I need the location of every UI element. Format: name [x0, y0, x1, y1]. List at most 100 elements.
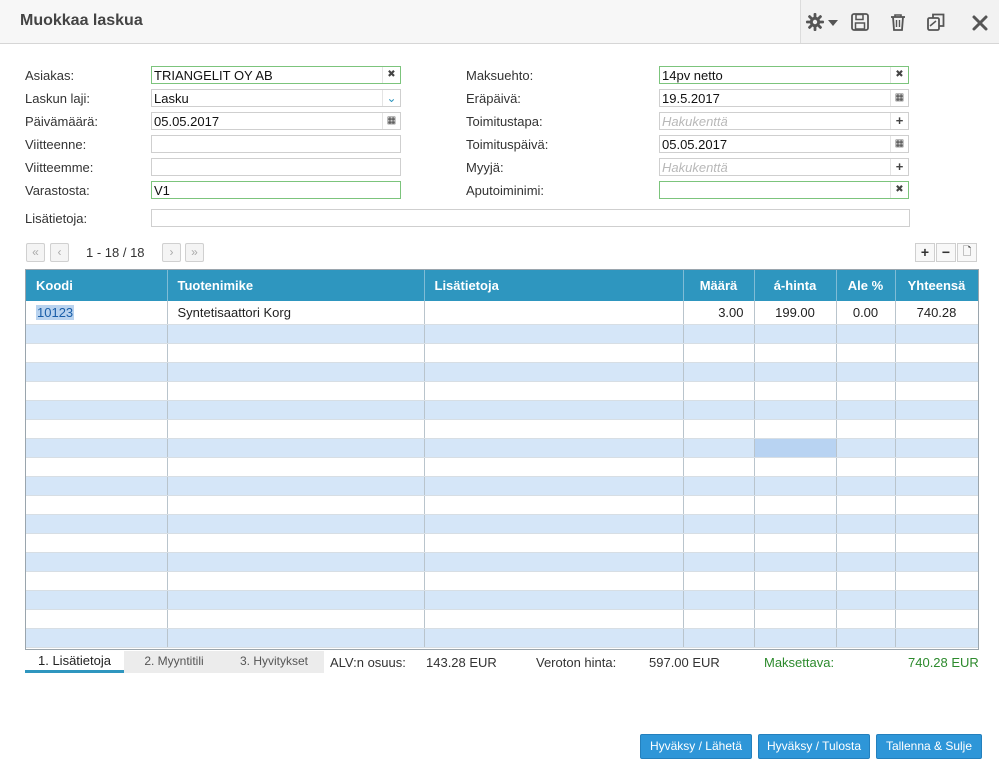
- viitteemme-input[interactable]: [151, 158, 401, 176]
- approve-send-button[interactable]: Hyväksy / Lähetä: [640, 734, 752, 759]
- toimituspaiva-input[interactable]: [659, 135, 909, 153]
- table-cell[interactable]: [26, 457, 168, 477]
- table-row[interactable]: [26, 362, 978, 382]
- table-cell[interactable]: [895, 381, 978, 401]
- add-icon[interactable]: +: [890, 113, 908, 129]
- table-cell[interactable]: [26, 400, 168, 420]
- table-row[interactable]: [26, 476, 978, 496]
- chevron-down-icon[interactable]: ⌄: [382, 90, 400, 106]
- table-cell[interactable]: [683, 438, 755, 458]
- cell-koodi[interactable]: 10123: [26, 301, 168, 325]
- cell-maara[interactable]: 3.00: [683, 301, 755, 325]
- table-row[interactable]: [26, 590, 978, 610]
- table-cell[interactable]: [424, 438, 684, 458]
- table-cell[interactable]: [836, 533, 896, 553]
- table-cell[interactable]: [424, 400, 684, 420]
- calendar-icon[interactable]: ▦: [890, 136, 908, 152]
- add-icon[interactable]: +: [890, 159, 908, 175]
- clear-icon[interactable]: ✖: [890, 67, 908, 83]
- table-cell[interactable]: [683, 552, 755, 572]
- table-cell[interactable]: [167, 571, 425, 591]
- table-row[interactable]: [26, 381, 978, 401]
- table-cell[interactable]: [424, 628, 684, 648]
- table-cell[interactable]: [683, 419, 755, 439]
- table-cell[interactable]: [683, 476, 755, 496]
- col-lisatietoja[interactable]: Lisätietoja: [424, 270, 684, 301]
- viitteenne-input[interactable]: [151, 135, 401, 153]
- table-cell[interactable]: [424, 419, 684, 439]
- last-page-icon[interactable]: »: [185, 243, 204, 262]
- laskun-laji-select[interactable]: [151, 89, 401, 107]
- remove-row-icon[interactable]: −: [936, 243, 956, 262]
- table-cell[interactable]: [754, 495, 837, 515]
- calendar-icon[interactable]: ▦: [382, 113, 400, 129]
- col-ahinta[interactable]: á-hinta: [754, 270, 837, 301]
- table-cell[interactable]: [754, 343, 837, 363]
- table-cell[interactable]: [26, 381, 168, 401]
- table-cell[interactable]: [167, 362, 425, 382]
- trash-icon[interactable]: [887, 12, 909, 32]
- table-cell[interactable]: [895, 400, 978, 420]
- table-cell[interactable]: [167, 476, 425, 496]
- table-cell[interactable]: [754, 514, 837, 534]
- table-cell[interactable]: [424, 514, 684, 534]
- tab-lisatietoja[interactable]: 1. Lisätietoja: [25, 651, 124, 673]
- calendar-icon[interactable]: ▦: [890, 90, 908, 106]
- varastosta-input[interactable]: [151, 181, 401, 199]
- table-row[interactable]: [26, 628, 978, 648]
- table-cell[interactable]: [836, 590, 896, 610]
- table-cell[interactable]: [683, 590, 755, 610]
- table-cell[interactable]: [683, 324, 755, 344]
- table-cell[interactable]: [683, 609, 755, 629]
- table-cell[interactable]: [26, 533, 168, 553]
- prev-page-icon[interactable]: ‹: [50, 243, 69, 262]
- approve-print-button[interactable]: Hyväksy / Tulosta: [758, 734, 870, 759]
- cell-yhteensa[interactable]: 740.28: [895, 301, 978, 325]
- table-cell[interactable]: [895, 362, 978, 382]
- cell-ahinta[interactable]: 199.00: [754, 301, 837, 325]
- table-cell[interactable]: [424, 609, 684, 629]
- table-cell[interactable]: [424, 590, 684, 610]
- table-row[interactable]: [26, 571, 978, 591]
- col-ale[interactable]: Ale %: [836, 270, 896, 301]
- table-cell[interactable]: [895, 324, 978, 344]
- table-row[interactable]: [26, 457, 978, 477]
- table-cell[interactable]: [167, 381, 425, 401]
- table-cell[interactable]: [754, 381, 837, 401]
- close-icon[interactable]: [971, 12, 989, 32]
- add-row-icon[interactable]: +: [915, 243, 935, 262]
- table-cell[interactable]: [836, 514, 896, 534]
- clear-icon[interactable]: ✖: [890, 182, 908, 198]
- table-row[interactable]: 10123 Syntetisaattori Korg 3.00 199.00 0…: [26, 301, 978, 325]
- table-cell[interactable]: [167, 324, 425, 344]
- table-cell[interactable]: [26, 495, 168, 515]
- first-page-icon[interactable]: «: [26, 243, 45, 262]
- save-close-button[interactable]: Tallenna & Sulje: [876, 734, 982, 759]
- col-tuotenimike[interactable]: Tuotenimike: [167, 270, 425, 301]
- table-cell[interactable]: [754, 552, 837, 572]
- table-cell[interactable]: [26, 343, 168, 363]
- col-yhteensa[interactable]: Yhteensä: [895, 270, 978, 301]
- table-row[interactable]: [26, 495, 978, 515]
- next-page-icon[interactable]: ›: [162, 243, 181, 262]
- table-cell[interactable]: [836, 628, 896, 648]
- table-row[interactable]: [26, 324, 978, 344]
- table-cell[interactable]: [836, 324, 896, 344]
- table-cell[interactable]: [754, 571, 837, 591]
- table-cell[interactable]: [26, 362, 168, 382]
- cell-lisatietoja[interactable]: [424, 301, 684, 325]
- table-cell[interactable]: [424, 552, 684, 572]
- table-cell[interactable]: [26, 628, 168, 648]
- table-row[interactable]: [26, 533, 978, 553]
- table-cell[interactable]: [424, 343, 684, 363]
- table-cell[interactable]: [26, 438, 168, 458]
- table-cell[interactable]: [683, 628, 755, 648]
- table-cell[interactable]: [836, 381, 896, 401]
- table-cell[interactable]: [167, 400, 425, 420]
- table-cell[interactable]: [836, 362, 896, 382]
- table-cell[interactable]: [167, 438, 425, 458]
- table-cell[interactable]: [754, 457, 837, 477]
- table-cell[interactable]: [836, 400, 896, 420]
- col-koodi[interactable]: Koodi: [26, 270, 168, 301]
- table-cell[interactable]: [895, 457, 978, 477]
